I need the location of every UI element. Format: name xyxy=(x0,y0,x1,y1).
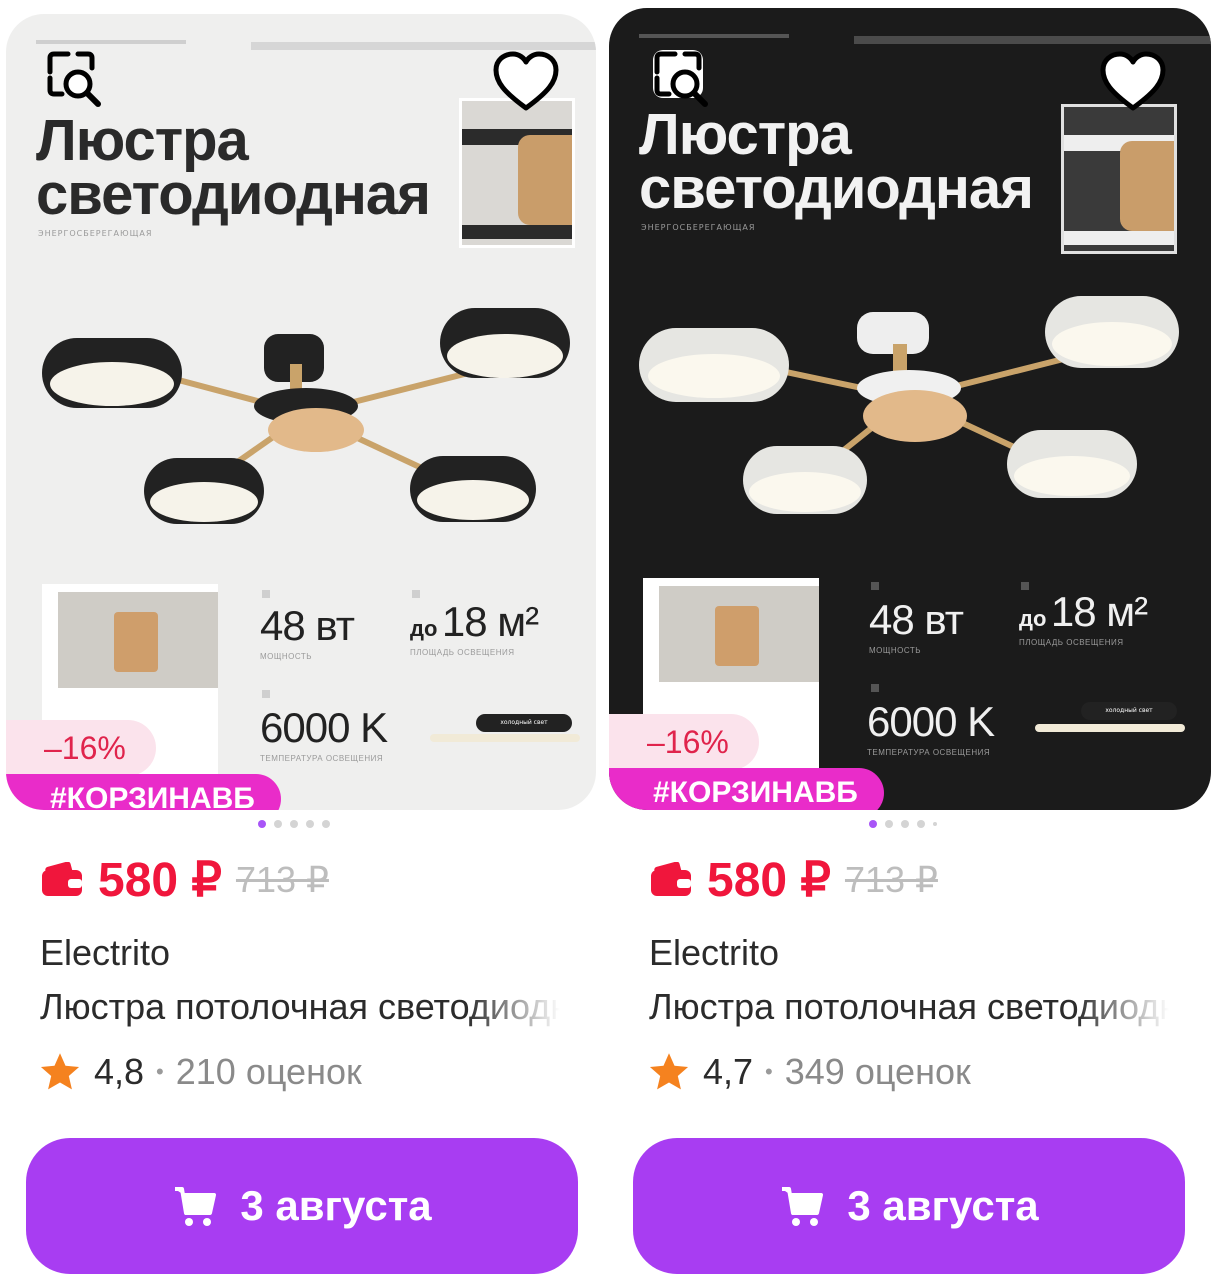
light-type-pill: холодный свет xyxy=(476,714,572,732)
light-bar xyxy=(1035,724,1185,732)
banner-subtitle: ЭНЕРГОСБЕРЕГАЮЩАЯ xyxy=(38,229,153,238)
discount-badge: –16% xyxy=(6,720,156,776)
rating-row[interactable]: 4,8 • 210 оценок xyxy=(38,1050,362,1094)
pager-dot[interactable] xyxy=(869,820,877,828)
banner-title: Люстра светодиодная xyxy=(639,102,1034,221)
image-pager[interactable] xyxy=(869,820,937,828)
price: 580 ₽ xyxy=(707,854,831,907)
old-price: 713 ₽ xyxy=(235,859,329,900)
reviews-count: 349 оценок xyxy=(784,1051,971,1092)
spec-temperature: 6000 K ТЕМПЕРАТУРА ОСВЕЩЕНИЯ xyxy=(867,698,995,757)
pager-dot[interactable] xyxy=(258,820,266,828)
chandelier-illustration xyxy=(42,308,570,524)
pager-dot[interactable] xyxy=(322,820,330,828)
banner-decor-line xyxy=(639,34,789,38)
pager-dot[interactable] xyxy=(901,820,909,828)
spec-temperature: 6000 K ТЕМПЕРАТУРА ОСВЕЩЕНИЯ xyxy=(260,704,388,763)
price: 580 ₽ xyxy=(98,854,222,907)
cart-icon xyxy=(175,1187,217,1226)
spec-area: до 18 м² ПЛОЩАДЬ ОСВЕЩЕНИЯ xyxy=(410,598,539,657)
delivery-date-label: 3 августа xyxy=(240,1182,432,1229)
promo-tag-badge: #КОРЗИНАВБ xyxy=(609,768,884,810)
chandelier-illustration xyxy=(639,296,1179,514)
banner-subtitle: ЭНЕРГОСБЕРЕГАЮЩАЯ xyxy=(641,223,756,232)
product-image[interactable]: Люстра светодиодная ЭНЕРГОСБЕРЕГАЮЩАЯ 48… xyxy=(6,14,596,810)
spec-power: 48 вт МОЩНОСТЬ xyxy=(260,602,355,661)
reviews-count: 210 оценок xyxy=(175,1051,362,1092)
pager-dot[interactable] xyxy=(885,820,893,828)
separator-dot: • xyxy=(765,1059,773,1084)
product-image[interactable]: Люстра светодиодная ЭНЕРГОСБЕРЕГАЮЩАЯ 48… xyxy=(609,8,1211,810)
pager-dot[interactable] xyxy=(917,820,925,828)
product-card[interactable]: Люстра светодиодная ЭНЕРГОСБЕРЕГАЮЩАЯ 48… xyxy=(609,0,1211,1280)
rating-row[interactable]: 4,7 • 349 оценок xyxy=(647,1050,971,1094)
banner-decor-bar xyxy=(854,36,1211,44)
heart-icon[interactable] xyxy=(490,46,562,118)
light-type-pill: холодный свет xyxy=(1081,702,1177,720)
image-search-icon[interactable] xyxy=(40,46,106,112)
banner-decor-line xyxy=(36,40,186,44)
banner-title: Люстра светодиодная xyxy=(36,108,431,227)
star-icon xyxy=(40,1053,80,1090)
rating-value: 4,8 xyxy=(94,1051,145,1092)
pager-dot[interactable] xyxy=(306,820,314,828)
add-to-cart-button[interactable]: 3 августа xyxy=(26,1138,578,1274)
light-bar xyxy=(430,734,580,742)
product-name[interactable]: Люстра потолочная светодиодная xyxy=(649,986,1169,1028)
discount-badge: –16% xyxy=(609,714,759,770)
spec-power: 48 вт МОЩНОСТЬ xyxy=(869,596,964,655)
banner-detail-photo xyxy=(459,98,575,248)
brand-name[interactable]: Electrito xyxy=(40,932,170,974)
brand-name[interactable]: Electrito xyxy=(649,932,779,974)
image-pager[interactable] xyxy=(258,820,330,828)
price-row: 580 ₽ 713 ₽ xyxy=(40,852,329,908)
banner-detail-photo xyxy=(1061,104,1177,254)
wallet-icon xyxy=(651,862,691,896)
product-card[interactable]: Люстра светодиодная ЭНЕРГОСБЕРЕГАЮЩАЯ 48… xyxy=(0,0,596,1280)
heart-icon[interactable] xyxy=(1097,46,1169,118)
rating-value: 4,7 xyxy=(703,1051,754,1092)
delivery-date-label: 3 августа xyxy=(847,1182,1039,1229)
add-to-cart-button[interactable]: 3 августа xyxy=(633,1138,1185,1274)
separator-dot: • xyxy=(156,1059,164,1084)
pager-dot[interactable] xyxy=(933,822,937,826)
product-name[interactable]: Люстра потолочная светодиодная xyxy=(40,986,560,1028)
promo-tag-badge: #КОРЗИНАВБ xyxy=(6,774,281,810)
wallet-icon xyxy=(42,862,82,896)
star-icon xyxy=(649,1053,689,1090)
pager-dot[interactable] xyxy=(274,820,282,828)
old-price: 713 ₽ xyxy=(844,859,938,900)
image-search-icon[interactable] xyxy=(647,46,713,112)
cart-icon xyxy=(782,1187,824,1226)
pager-dot[interactable] xyxy=(290,820,298,828)
price-row: 580 ₽ 713 ₽ xyxy=(649,852,938,908)
spec-area: до 18 м² ПЛОЩАДЬ ОСВЕЩЕНИЯ xyxy=(1019,588,1148,647)
